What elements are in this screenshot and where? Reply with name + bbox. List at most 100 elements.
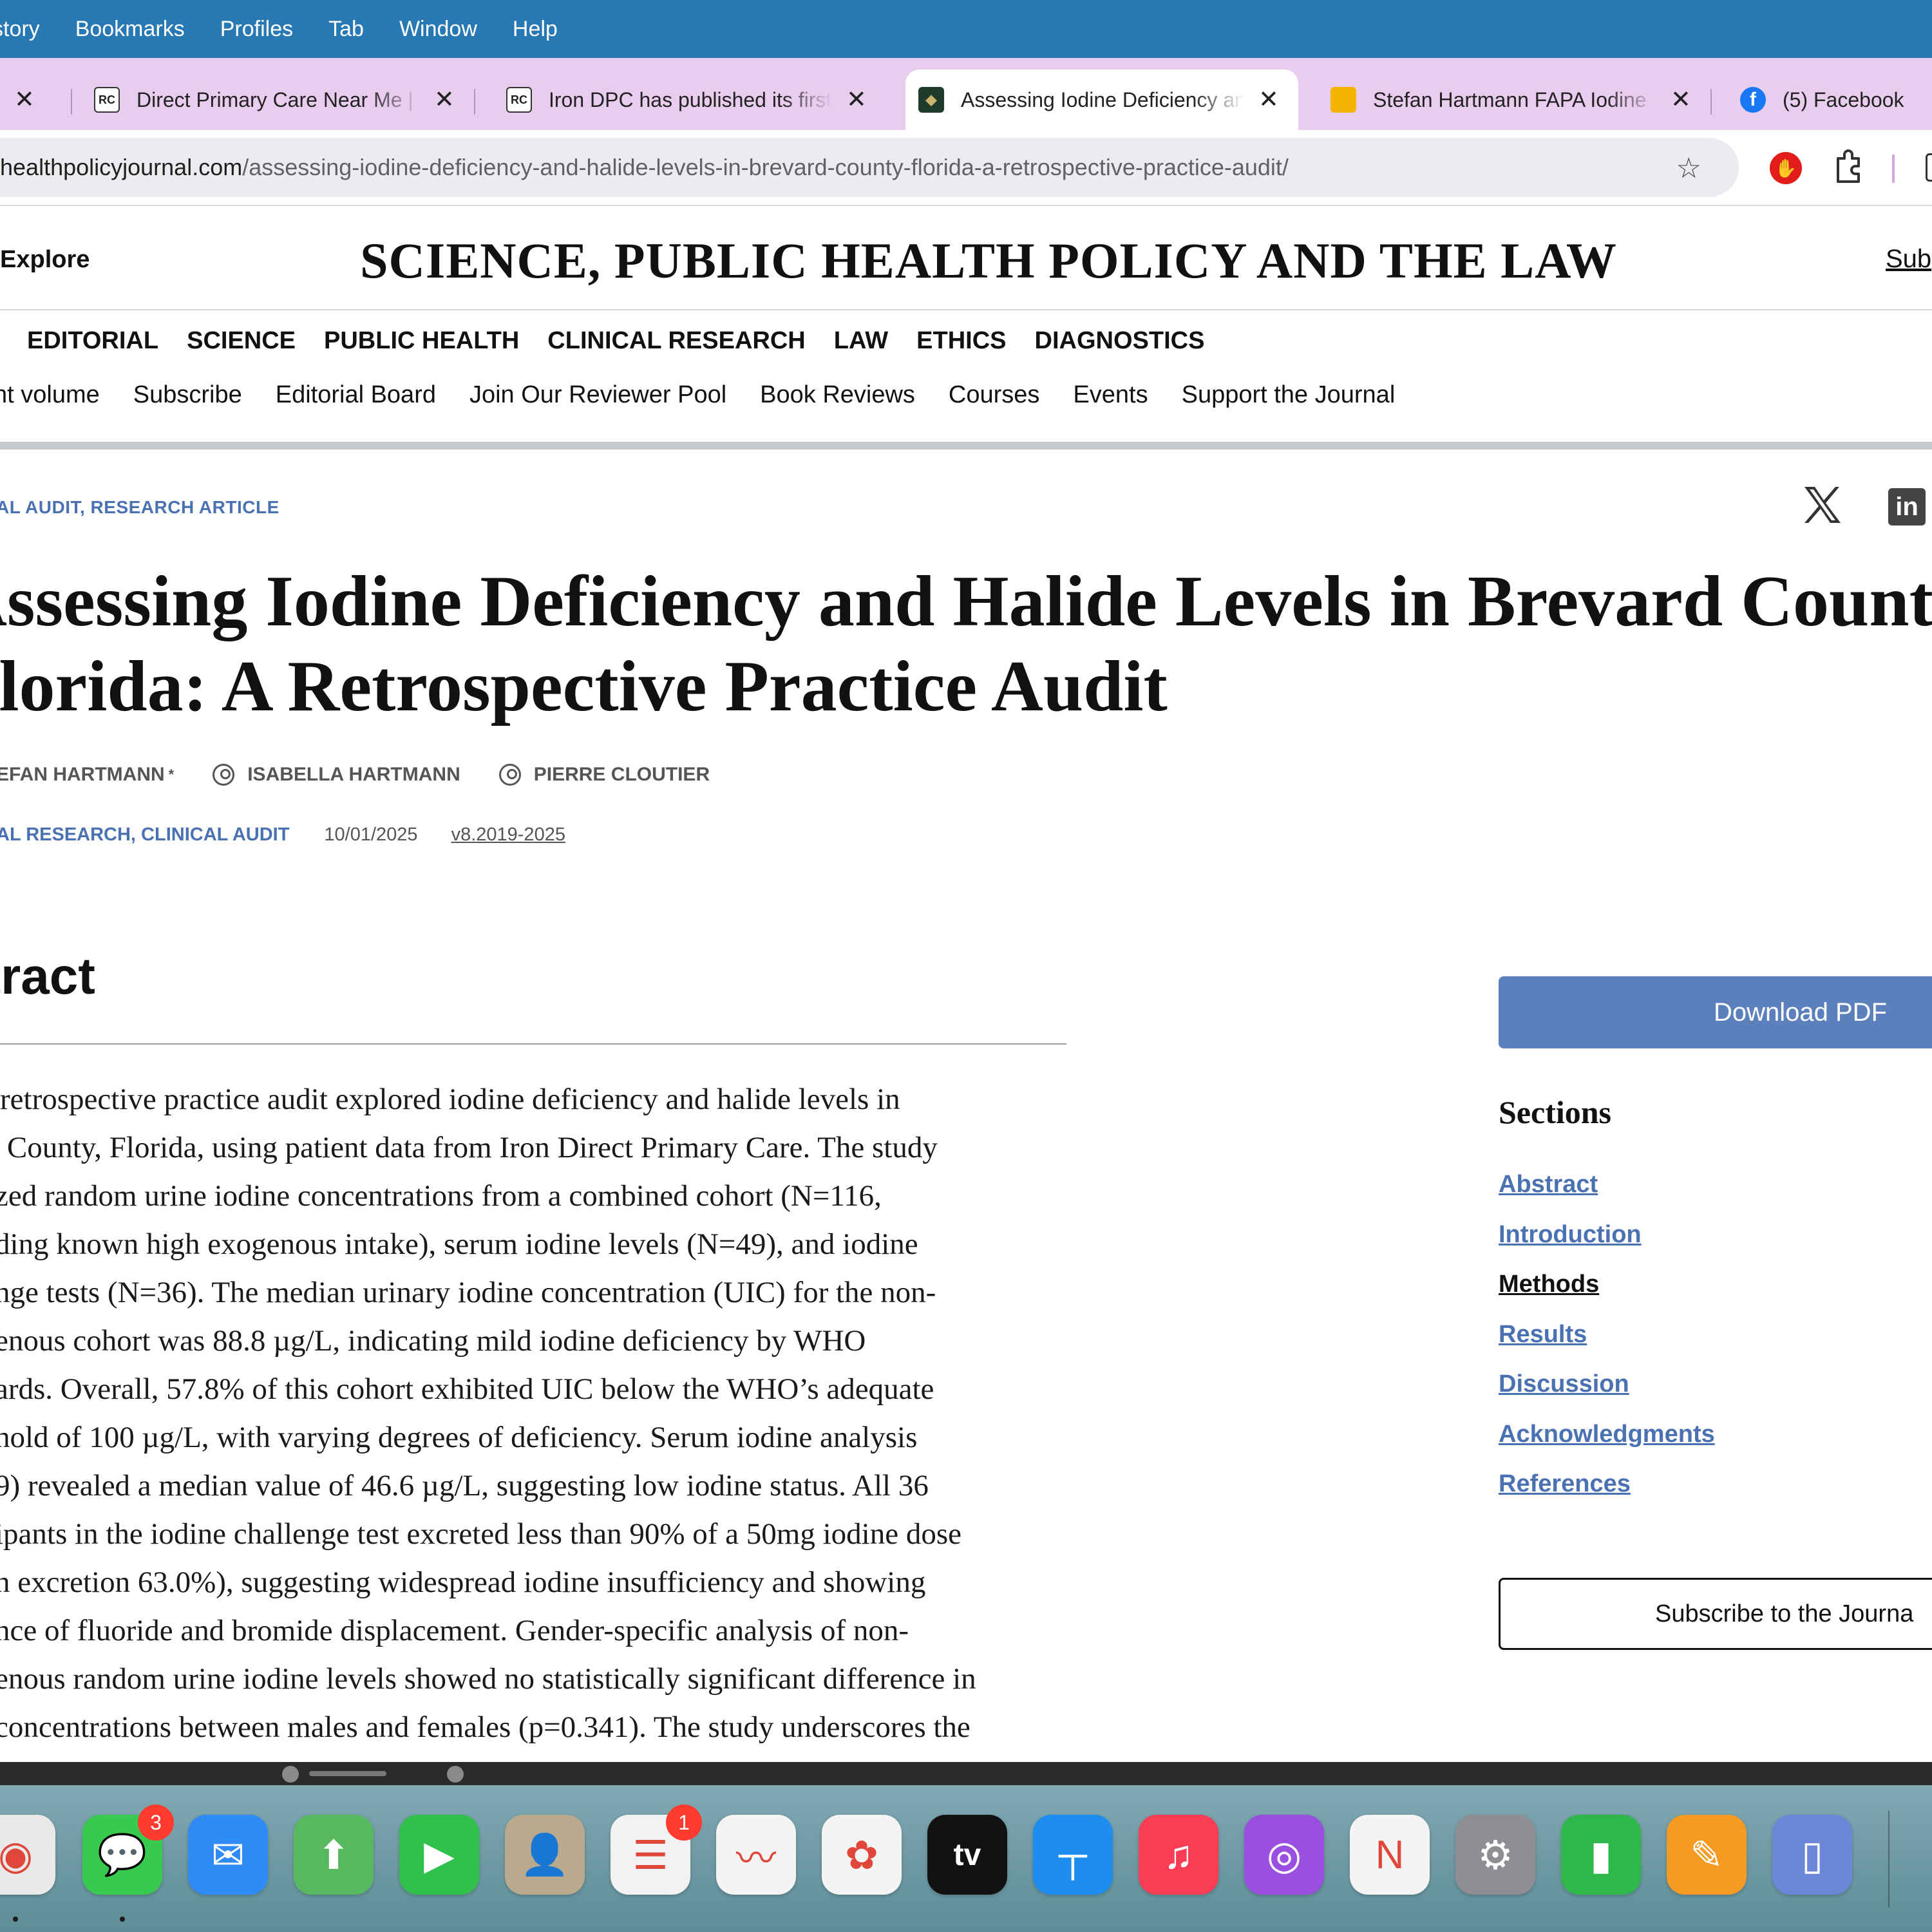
sections-nav: Abstract Introduction Methods Results Di… [1499,1171,1715,1520]
nav-editorial-board[interactable]: Editorial Board [276,381,436,409]
article-title: Assessing Iodine Deficiency and Halide L… [0,559,1932,729]
download-pdf-button[interactable]: Download PDF [1499,976,1932,1048]
nav-events[interactable]: Events [1073,381,1148,409]
section-link-discussion[interactable]: Discussion [1499,1370,1715,1421]
close-tab-icon[interactable]: ✕ [1671,88,1691,112]
browser-tab-active[interactable]: ◆ Assessing Iodine Deficiency and ✕ [905,70,1298,130]
tab-strip: ✕ RC Direct Primary Care Near Me | ✕ RC … [0,58,1932,130]
keynote-icon[interactable]: ┬ [1033,1815,1113,1895]
apple-tv-icon[interactable]: tv [927,1815,1007,1895]
title-line: Assessing Iodine Deficiency and Halide L… [0,562,1932,641]
browser-tab[interactable]: RC Iron DPC has published its first ✕ [506,70,886,130]
browser-tab[interactable]: Stefan Hartmann FAPA Iodine ✕ [1331,70,1712,130]
scrubber-handle[interactable] [447,1766,464,1783]
nav-diagnostics[interactable]: DIAGNOSTICS [1035,327,1205,355]
linkedin-share-icon[interactable]: in [1888,488,1926,526]
close-tab-icon[interactable]: ✕ [846,88,867,112]
section-link-abstract[interactable]: Abstract [1499,1171,1715,1221]
url-domain: healthpolicyjournal.com [0,154,243,180]
side-panel-icon[interactable] [1926,153,1932,182]
author[interactable]: ISABELLA HARTMANN [213,764,460,786]
abstract-line: n excretion 63.0%), suggesting widesprea… [0,1566,926,1599]
nav-support-journal[interactable]: Support the Journal [1182,381,1396,409]
menu-help[interactable]: Help [513,17,558,42]
section-link-introduction[interactable]: Introduction [1499,1221,1715,1271]
contacts-icon[interactable]: 👤 [505,1815,585,1895]
menu-profiles[interactable]: Profiles [220,17,293,42]
facetime-icon[interactable]: ▶ [399,1815,479,1895]
news-icon[interactable]: N [1350,1815,1430,1895]
nav-subscribe[interactable]: Subscribe [133,381,242,409]
author[interactable]: EFAN HARTMANN * [0,764,174,786]
freeform-icon[interactable]: 〰 [716,1815,796,1895]
adblock-extension-icon[interactable]: ✋ [1770,152,1802,184]
subscribe-link[interactable]: Sub [1886,245,1931,274]
x-share-icon[interactable] [1802,484,1843,526]
section-link-methods[interactable]: Methods [1499,1271,1715,1321]
close-tab-icon[interactable]: ✕ [14,88,35,112]
abstract-line: enous cohort was 88.8 µg/L, indicating m… [0,1324,866,1358]
section-link-references[interactable]: References [1499,1470,1715,1520]
abstract-line: retrospective practice audit explored io… [0,1083,900,1116]
rc-icon: RC [506,87,532,113]
section-link-results[interactable]: Results [1499,1321,1715,1371]
nav-law[interactable]: LAW [834,327,888,355]
category-nav: EDITORIAL SCIENCE PUBLIC HEALTH CLINICAL… [27,327,1233,355]
nav-public-health[interactable]: PUBLIC HEALTH [324,327,519,355]
article-type-kicker[interactable]: AL AUDIT, RESEARCH ARTICLE [0,497,279,518]
chrome-icon[interactable]: ◉ [0,1815,55,1895]
article-categories[interactable]: AL RESEARCH, CLINICAL AUDIT [0,824,289,846]
menu-history[interactable]: story [0,17,40,42]
abstract-line: ding known high exogenous intake), serum… [0,1227,918,1261]
nav-courses[interactable]: Courses [949,381,1040,409]
notification-badge: 1 [666,1804,702,1841]
rc-icon: RC [94,87,120,113]
scrubber-handle[interactable] [282,1766,299,1783]
bookmark-star-icon[interactable]: ☆ [1676,152,1701,185]
mail-icon[interactable]: ✉ [188,1815,268,1895]
author[interactable]: PIERRE CLOUTIER [498,764,710,786]
photos-icon[interactable]: ✿ [822,1815,902,1895]
running-indicator [120,1917,125,1922]
menu-window[interactable]: Window [399,17,477,42]
notification-badge: 3 [138,1804,174,1841]
menu-tab[interactable]: Tab [328,17,364,42]
nav-reviewer-pool[interactable]: Join Our Reviewer Pool [469,381,726,409]
menu-bookmarks[interactable]: Bookmarks [75,17,185,42]
extensions-puzzle-icon[interactable] [1833,149,1865,185]
nav-editorial[interactable]: EDITORIAL [27,327,158,355]
close-tab-icon[interactable]: ✕ [1258,88,1279,112]
nav-ethics[interactable]: ETHICS [916,327,1006,355]
journal-masthead[interactable]: SCIENCE, PUBLIC HEALTH POLICY AND THE LA… [0,232,1932,290]
section-link-acknowledgments[interactable]: Acknowledgments [1499,1421,1715,1471]
subscribe-journal-button[interactable]: Subscribe to the Journa [1499,1578,1932,1650]
nav-book-reviews[interactable]: Book Reviews [760,381,915,409]
close-tab-icon[interactable]: ✕ [434,88,455,112]
tab-title: Direct Primary Care Near Me | [137,88,413,111]
iphone-mirroring-icon[interactable]: ▯ [1772,1815,1852,1895]
maps-icon[interactable]: ⬆ [294,1815,374,1895]
nav-clinical-research[interactable]: CLINICAL RESEARCH [547,327,805,355]
secondary-nav: nt volume Subscribe Editorial Board Join… [0,381,1428,409]
podcasts-icon[interactable]: ◎ [1244,1815,1324,1895]
system-settings-icon[interactable]: ⚙ [1455,1815,1535,1895]
abstract-line: rd County, Florida, using patient data f… [0,1131,938,1164]
music-icon[interactable]: ♫ [1139,1815,1218,1895]
scrubber-track[interactable] [309,1771,386,1776]
abstract-heading: stract [0,947,95,1005]
pages-icon[interactable]: ✎ [1667,1815,1747,1895]
publish-date: 10/01/2025 [324,824,418,845]
sections-heading: Sections [1499,1094,1611,1130]
title-line: Florida: A Retrospective Practice Audit [0,647,1168,726]
facebook-icon: f [1740,87,1766,113]
address-bar[interactable]: healthpolicyjournal.com/assessing-iodine… [0,138,1739,197]
nav-current-volume[interactable]: nt volume [0,381,100,409]
nav-science[interactable]: SCIENCE [187,327,296,355]
abstract-line: nge tests (N=36). The median urinary iod… [0,1276,936,1309]
browser-tab[interactable]: ✕ [0,70,72,130]
volume-link[interactable]: v8.2019-2025 [451,824,565,846]
author-list: EFAN HARTMANN * ISABELLA HARTMANN PIERRE … [0,764,748,786]
numbers-icon[interactable]: ▮ [1561,1815,1641,1895]
browser-tab[interactable]: f (5) Facebook [1740,70,1932,130]
browser-tab[interactable]: RC Direct Primary Care Near Me | ✕ [94,70,475,130]
